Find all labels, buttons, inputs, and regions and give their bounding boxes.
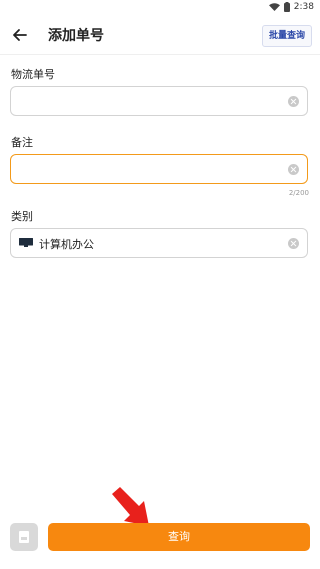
category-label: 类别 (11, 210, 33, 223)
tracking-number-field[interactable] (10, 86, 308, 117)
clear-icon[interactable] (288, 238, 299, 249)
note-field[interactable] (10, 154, 308, 185)
wifi-icon (268, 3, 280, 11)
note-label: 备注 (11, 136, 33, 149)
app-bar: 添加单号 批量查询 (0, 16, 320, 55)
category-field[interactable]: 计算机办公 (10, 228, 308, 258)
status-bar: 2:38 (0, 0, 320, 16)
query-button[interactable]: 查询 (48, 523, 310, 551)
status-icons: 2:38 (268, 2, 314, 12)
tracking-number-label: 物流单号 (11, 68, 55, 81)
battery-icon (283, 2, 290, 12)
clear-icon[interactable] (288, 164, 299, 175)
monitor-icon (19, 238, 33, 247)
tracking-number-input[interactable] (19, 87, 283, 117)
page-title: 添加单号 (48, 28, 104, 44)
note-char-counter: 2/200 (288, 189, 309, 197)
back-arrow-icon[interactable] (9, 24, 31, 46)
clipboard-icon (19, 531, 29, 543)
status-time: 2:38 (293, 2, 314, 12)
clipboard-button[interactable] (10, 523, 38, 551)
batch-query-button[interactable]: 批量查询 (261, 25, 312, 47)
note-input[interactable] (19, 155, 283, 185)
clear-icon[interactable] (288, 96, 299, 107)
category-value: 计算机办公 (39, 238, 94, 251)
